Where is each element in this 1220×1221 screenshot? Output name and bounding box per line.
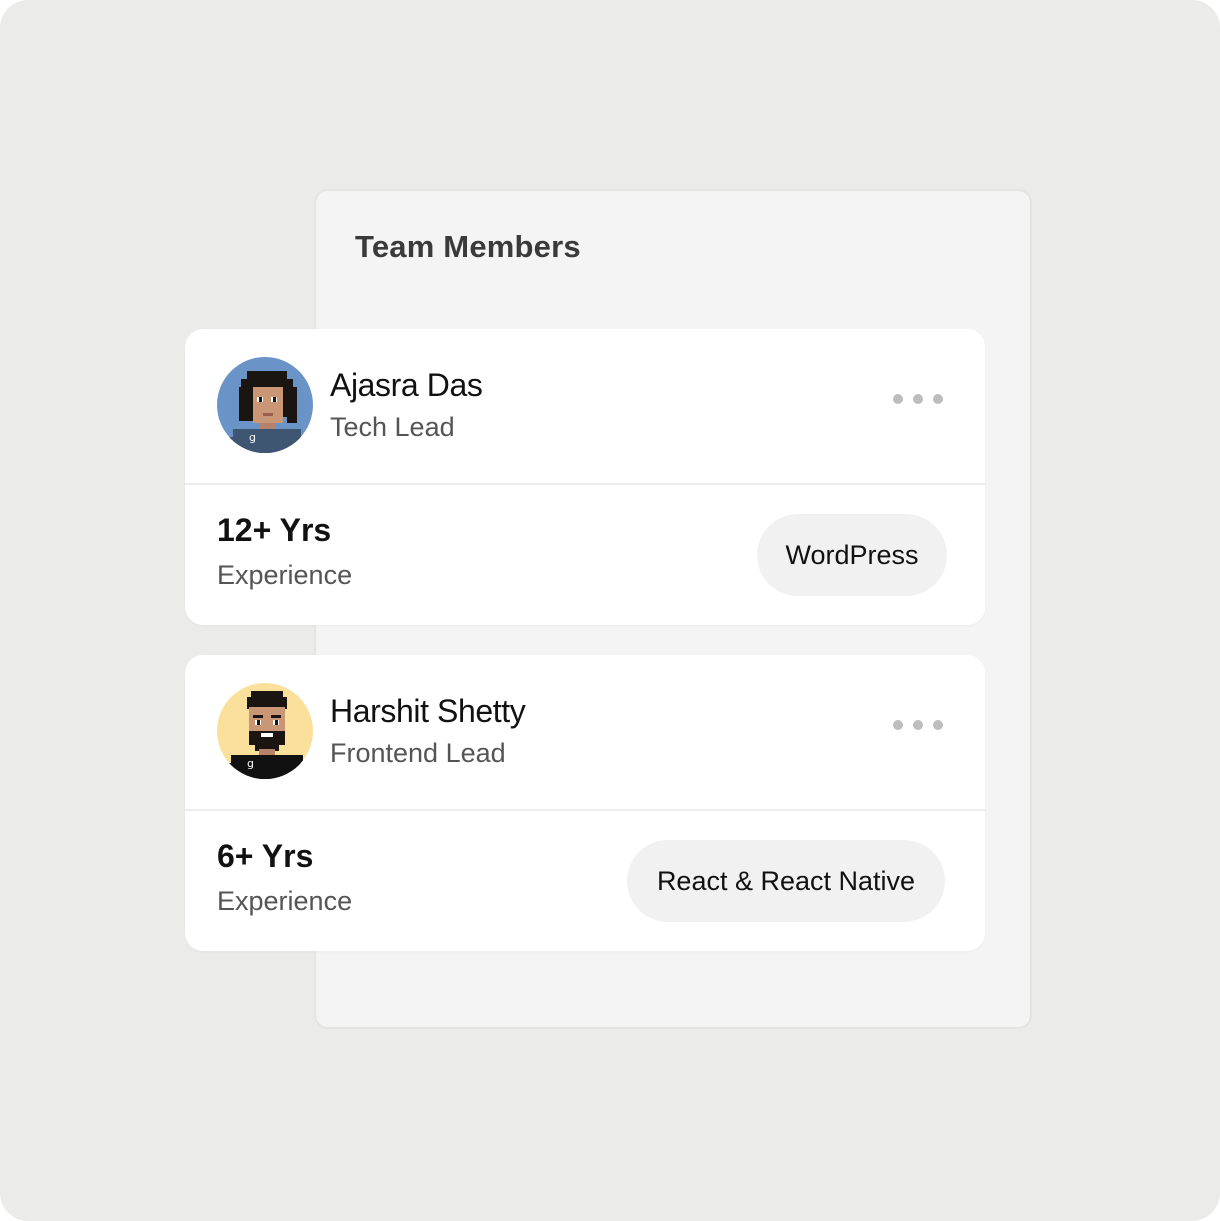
avatar-harshit-image: g [217,683,313,779]
member-role: Frontend Lead [330,738,506,768]
member-card[interactable]: g Harshit Shetty Frontend Lead 6+ Yrs Ex… [185,655,985,951]
avatar-ajasra-image: g [217,357,313,453]
skill-chip[interactable]: WordPress [757,514,947,596]
member-name: Ajasra Das [330,367,483,403]
card-divider [185,483,985,485]
skill-chip[interactable]: React & React Native [627,840,945,922]
card-divider [185,809,985,811]
experience-label: Experience [217,886,353,916]
avatar[interactable]: g [217,683,313,779]
svg-text:g: g [249,431,256,444]
experience-value: 12+ Yrs [217,512,332,548]
avatar[interactable]: g [217,357,313,453]
member-card-header: g Ajasra Das Tech Lead [185,329,985,483]
member-name: Harshit Shetty [330,693,526,729]
experience-label: Experience [217,560,353,590]
member-card-header: g Harshit Shetty Frontend Lead [185,655,985,809]
panel-title: Team Members [355,229,581,264]
member-role: Tech Lead [330,412,455,442]
experience-value: 6+ Yrs [217,838,314,874]
member-card[interactable]: g Ajasra Das Tech Lead 12+ Yrs Experienc… [185,329,985,625]
svg-text:g: g [247,757,254,770]
more-options-icon[interactable] [893,711,943,739]
more-options-icon[interactable] [893,385,943,413]
